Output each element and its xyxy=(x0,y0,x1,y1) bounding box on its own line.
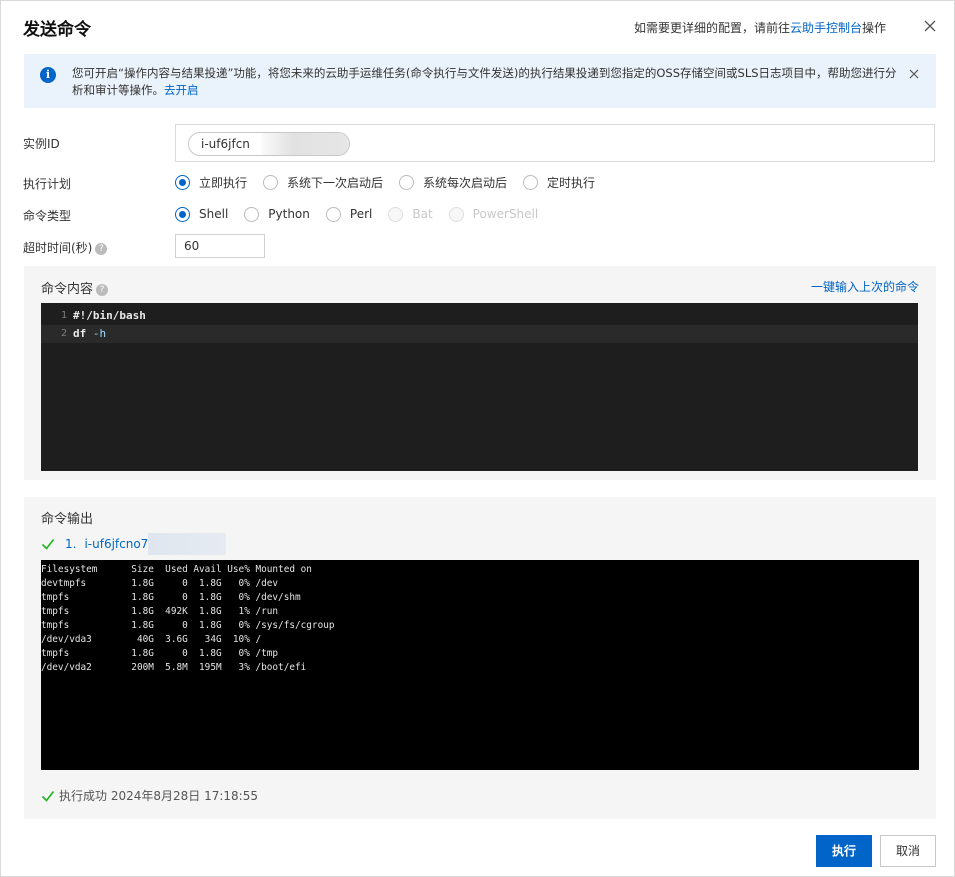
redacted-mask xyxy=(261,133,349,155)
terminal-line: /dev/vda2 200M 5.8M 195M 3% /boot/efi xyxy=(41,662,307,673)
cloud-assistant-console-link[interactable]: 云助手控制台 xyxy=(790,21,862,35)
command-type-radio-group: Shell Python Perl Bat PowerShell xyxy=(175,205,554,223)
reuse-last-command-link[interactable]: 一键输入上次的命令 xyxy=(811,278,919,295)
radio-icon xyxy=(175,206,190,222)
line-number: 1 xyxy=(60,310,67,321)
code-command: df xyxy=(73,327,87,340)
timeout-input[interactable]: 60 xyxy=(175,234,265,258)
command-content-panel: 命令内容? 一键输入上次的命令 1 #!/bin/bash 2 df -h xyxy=(24,266,936,480)
radio-icon xyxy=(175,174,190,190)
info-icon: i xyxy=(40,67,56,83)
instance-id-label: 实例ID xyxy=(23,137,60,151)
schedule-radio-group: 立即执行 系统下一次启动后 系统每次启动后 定时执行 xyxy=(175,173,611,191)
check-icon xyxy=(41,790,55,802)
check-icon xyxy=(41,539,55,550)
schedule-option-every-boot[interactable]: 系统每次启动后 xyxy=(399,174,507,191)
notice-close-icon[interactable] xyxy=(908,68,920,80)
radio-label: 立即执行 xyxy=(199,175,248,190)
code-line: 2 df -h xyxy=(41,325,918,343)
dialog-header: 发送命令 如需要更详细的配置，请前往云助手控制台操作 xyxy=(1,1,954,53)
cancel-button[interactable]: 取消 xyxy=(880,835,936,867)
radio-icon xyxy=(244,206,260,222)
radio-icon xyxy=(325,206,341,222)
schedule-option-immediate[interactable]: 立即执行 xyxy=(175,174,247,191)
radio-label: Bat xyxy=(412,207,433,221)
terminal-line: Filesystem Size Used Avail Use% Mounted … xyxy=(41,564,312,575)
code-line: 1 #!/bin/bash xyxy=(41,307,918,325)
schedule-label: 执行计划 xyxy=(23,177,72,191)
radio-icon xyxy=(388,206,404,222)
type-option-bat: Bat xyxy=(388,206,433,222)
output-terminal: Filesystem Size Used Avail Use% Mounted … xyxy=(41,560,919,770)
terminal-line: devtmpfs 1.8G 0 1.8G 0% /dev xyxy=(41,578,279,589)
line-number: 2 xyxy=(60,328,67,339)
command-type-label: 命令类型 xyxy=(23,209,72,223)
command-editor[interactable]: 1 #!/bin/bash 2 df -h xyxy=(41,303,918,471)
output-instance-index: 1. xyxy=(65,537,77,551)
instance-tag[interactable]: i-uf6jfcn xyxy=(188,132,350,156)
radio-label: Shell xyxy=(199,207,229,221)
redacted-mask xyxy=(148,533,227,555)
instance-select[interactable]: i-uf6jfcn xyxy=(175,124,935,162)
type-option-shell[interactable]: Shell xyxy=(175,206,229,222)
output-instance-id: i-uf6jfcno7 xyxy=(84,537,149,551)
timeout-label-text: 超时时间(秒) xyxy=(23,241,93,255)
radio-icon xyxy=(523,174,539,190)
command-output-label: 命令输出 xyxy=(41,512,94,527)
terminal-line: tmpfs 1.8G 0 1.8G 0% /dev/shm xyxy=(41,592,301,603)
radio-label: PowerShell xyxy=(472,207,539,221)
schedule-option-next-boot[interactable]: 系统下一次启动后 xyxy=(263,174,383,191)
notice-text: 您可开启“操作内容与结果投递”功能，将您未来的云助手运维任务(命令执行与文件发送… xyxy=(72,65,902,99)
radio-icon xyxy=(448,206,464,222)
execute-button[interactable]: 执行 xyxy=(816,835,872,867)
execution-status-text: 执行成功 2024年8月28日 17:18:55 xyxy=(59,789,258,803)
help-icon[interactable]: ? xyxy=(95,242,108,255)
command-output-panel: 命令输出 1. i-uf6jfcno7 Filesystem Size Used… xyxy=(24,497,936,819)
radio-label: 系统下一次启动后 xyxy=(287,175,384,190)
command-content-label: 命令内容? xyxy=(41,278,109,297)
radio-icon xyxy=(399,174,415,190)
close-icon[interactable] xyxy=(922,18,938,34)
radio-label: 定时执行 xyxy=(547,175,596,190)
terminal-line: tmpfs 1.8G 0 1.8G 0% /tmp xyxy=(41,648,279,659)
code-text: #!/bin/bash xyxy=(73,309,146,322)
console-hint-prefix: 如需要更详细的配置，请前往 xyxy=(633,21,790,35)
instance-tag-text: i-uf6jfcn xyxy=(201,137,250,151)
terminal-line: /dev/vda3 40G 3.6G 34G 10% / xyxy=(41,634,262,645)
schedule-option-timed[interactable]: 定时执行 xyxy=(523,174,595,191)
help-icon[interactable]: ? xyxy=(96,283,109,296)
radio-icon xyxy=(263,174,279,190)
console-hint: 如需要更详细的配置，请前往云助手控制台操作 xyxy=(634,19,886,36)
execution-status: 执行成功 2024年8月28日 17:18:55 xyxy=(41,787,258,804)
code-text: df -h xyxy=(73,325,106,343)
radio-label: Python xyxy=(268,207,310,221)
dialog-title: 发送命令 xyxy=(23,20,91,40)
timeout-label: 超时时间(秒)? xyxy=(23,239,108,256)
radio-label: 系统每次启动后 xyxy=(423,175,508,190)
type-option-perl[interactable]: Perl xyxy=(325,206,373,222)
output-instance-tab[interactable]: 1. i-uf6jfcno7 xyxy=(41,533,227,555)
terminal-line: tmpfs 1.8G 0 1.8G 0% /sys/fs/cgroup xyxy=(41,620,335,631)
type-option-python[interactable]: Python xyxy=(244,206,310,222)
enable-delivery-link[interactable]: 去开启 xyxy=(164,83,199,97)
radio-label: Perl xyxy=(349,207,373,221)
terminal-line: tmpfs 1.8G 492K 1.8G 1% /run xyxy=(41,606,279,617)
console-hint-suffix: 操作 xyxy=(861,21,886,35)
command-content-label-text: 命令内容 xyxy=(41,282,94,297)
type-option-powershell: PowerShell xyxy=(448,206,539,222)
send-command-dialog: 发送命令 如需要更详细的配置，请前往云助手控制台操作 i 您可开启“操作内容与结… xyxy=(0,0,955,877)
code-argument: -h xyxy=(86,327,107,340)
delivery-notice: i 您可开启“操作内容与结果投递”功能，将您未来的云助手运维任务(命令执行与文件… xyxy=(24,54,936,108)
